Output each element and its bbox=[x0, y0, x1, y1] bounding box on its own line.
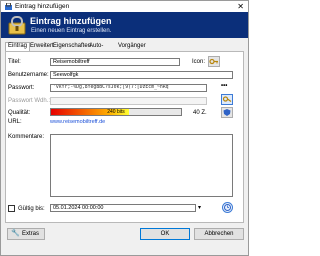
expires-checkbox[interactable] bbox=[8, 205, 15, 212]
expires-label: Gültig bis: bbox=[18, 206, 45, 212]
add-entry-window: Eintrag hinzufügen ✕ Eintrag hinzufügen … bbox=[0, 0, 249, 256]
notes-label: Kommentare: bbox=[8, 134, 45, 140]
icon-picker-button[interactable] bbox=[208, 56, 220, 67]
window-title: Eintrag hinzufügen bbox=[15, 3, 70, 10]
password-repeat-label: Passwort Wdh.: bbox=[8, 98, 51, 104]
password-generator-button[interactable] bbox=[221, 94, 233, 105]
cancel-button[interactable]: Abbrechen bbox=[194, 228, 244, 240]
title-field[interactable]: Reisemobiltreff bbox=[50, 58, 180, 66]
tab-history[interactable]: Vorgänger bbox=[116, 42, 148, 51]
expiry-presets-button[interactable] bbox=[222, 202, 233, 213]
tab-auto-type[interactable]: Auto-Type bbox=[87, 42, 105, 58]
url-link[interactable]: www.reisemobiltreff.de bbox=[50, 119, 105, 125]
icon-label: Icon: bbox=[192, 59, 206, 65]
quality-label: Qualität: bbox=[8, 110, 31, 116]
header-banner: Eintrag hinzufügen Einen neuen Eintrag e… bbox=[1, 12, 248, 38]
ok-button[interactable]: OK bbox=[140, 228, 190, 240]
password-field[interactable]: 'vkYr;-%Dg,8YegBBC?sJ0k;[9(7:[DzEcm_~hRq bbox=[50, 84, 207, 92]
banner-title: Eintrag hinzufügen bbox=[30, 16, 112, 26]
expires-date-field[interactable]: 05.01.2024 00:00:00 bbox=[50, 204, 196, 212]
url-label: URL: bbox=[8, 119, 22, 125]
password-info-button[interactable] bbox=[221, 107, 233, 118]
shield-icon bbox=[223, 109, 231, 116]
key-icon bbox=[209, 58, 218, 65]
wrench-icon: 🔧 bbox=[11, 230, 20, 237]
notes-textarea[interactable] bbox=[50, 134, 233, 197]
keepass-lock-icon bbox=[8, 16, 26, 35]
title-bar: Eintrag hinzufügen ✕ bbox=[1, 1, 248, 12]
quality-bar: 240 bits bbox=[50, 108, 182, 116]
keepass-lock-icon bbox=[5, 3, 12, 10]
tab-entry[interactable]: Eintrag bbox=[5, 42, 31, 51]
password-label: Passwort: bbox=[8, 85, 35, 91]
key-generator-icon bbox=[222, 96, 232, 102]
tools-button[interactable]: 🔧 Extras bbox=[7, 228, 45, 240]
title-label: Titel: bbox=[8, 59, 21, 65]
password-toggle-button[interactable]: ••• bbox=[221, 83, 227, 89]
tools-label: Extras bbox=[22, 231, 40, 237]
clock-icon bbox=[224, 204, 231, 211]
username-label: Benutzername: bbox=[8, 72, 49, 78]
banner-subtitle: Einen neuen Eintrag erstellen. bbox=[31, 28, 112, 34]
quality-bits: 240 bits bbox=[107, 109, 125, 115]
username-field[interactable]: Seewolfgk bbox=[50, 71, 233, 79]
password-length: 40 Z. bbox=[193, 110, 207, 116]
calendar-dropdown-icon[interactable]: ▾ bbox=[198, 204, 201, 211]
password-repeat-field[interactable] bbox=[50, 97, 207, 105]
close-button[interactable]: ✕ bbox=[237, 2, 244, 11]
